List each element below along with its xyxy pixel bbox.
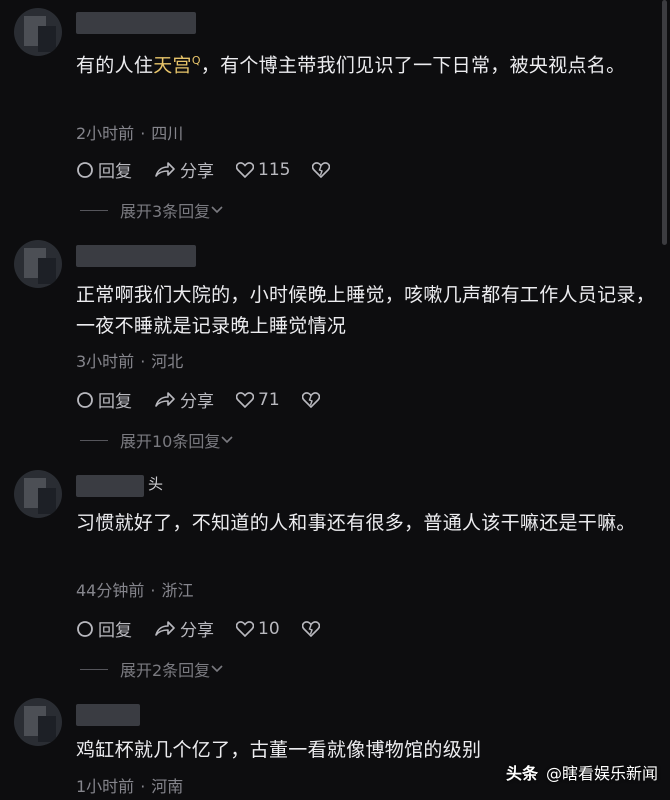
reply-icon	[77, 620, 93, 637]
broken-heart-icon	[301, 620, 320, 637]
username-tail: 头	[148, 475, 164, 493]
comment-location: 河北	[151, 352, 184, 371]
comment-location: 四川	[151, 124, 184, 143]
meta-separator: ·	[140, 124, 146, 143]
watermark: 头条 @瞎看娱乐新闻	[506, 760, 658, 784]
share-button[interactable]: 分享	[154, 616, 214, 641]
share-icon	[155, 620, 175, 636]
watermark-handle: @瞎看娱乐新闻	[545, 764, 658, 783]
like-button[interactable]: 115	[236, 160, 290, 180]
comment-text-part: 有的人住	[76, 54, 154, 77]
share-button[interactable]: 分享	[154, 387, 214, 412]
username-redacted[interactable]	[76, 704, 140, 726]
scrollbar[interactable]	[662, 0, 667, 245]
avatar[interactable]	[14, 470, 62, 518]
comment-text: 正常啊我们大院的，小时候晚上睡觉，咳嗽几声都有工作人员记录，一夜不睡就是记录晚上…	[76, 280, 656, 342]
reply-label: 回复	[98, 162, 132, 182]
expand-replies[interactable]: 展开10条回复	[80, 428, 234, 452]
reply-button[interactable]: 回复	[76, 387, 132, 412]
expand-divider	[80, 439, 108, 441]
comment-text-part: 习惯就好了，不知道的人和事还有很多，普通人该干嘛还是干嘛。	[76, 512, 636, 534]
reply-label: 回复	[98, 392, 132, 412]
comment-time: 1小时前	[76, 777, 135, 796]
heart-icon	[236, 391, 254, 408]
comment-text-part: 鸡缸杯就几个亿了，古董一看就像博物馆的级别	[76, 739, 482, 761]
action-bar: 回复 分享 71	[76, 387, 346, 412]
search-icon[interactable]: Q	[192, 54, 201, 67]
reply-icon	[77, 391, 93, 408]
dislike-button[interactable]	[301, 620, 324, 637]
avatar[interactable]	[14, 240, 62, 288]
expand-replies[interactable]: 展开2条回复	[80, 657, 224, 681]
username-redacted[interactable]	[76, 12, 196, 34]
comment-time: 3小时前	[76, 352, 135, 371]
comment-text: 有的人住天宫Q，有个博主带我们见识了一下日常，被央视点名。	[76, 45, 656, 81]
share-button[interactable]: 分享	[154, 157, 214, 182]
comment-meta: 2小时前 · 四川	[76, 120, 183, 144]
expand-label: 展开2条回复	[120, 661, 211, 680]
like-button[interactable]: 10	[236, 619, 280, 639]
comment-meta: 3小时前 · 河北	[76, 348, 183, 372]
comment-meta: 1小时前 · 河南	[76, 773, 183, 797]
heart-icon	[236, 620, 254, 637]
comment-location: 河南	[151, 777, 184, 796]
comment-text-part: ，有个博主带我们见识了一下日常，被央视点名。	[200, 54, 626, 77]
dislike-button[interactable]	[312, 161, 334, 178]
chevron-down-icon	[221, 436, 233, 444]
share-icon	[155, 391, 175, 407]
chevron-down-icon	[211, 665, 223, 673]
heart-icon	[236, 161, 254, 178]
dislike-button[interactable]	[301, 391, 324, 408]
meta-separator: ·	[140, 352, 146, 371]
chevron-down-icon	[211, 206, 223, 214]
expand-divider	[80, 209, 108, 211]
expand-replies[interactable]: 展开3条回复	[80, 198, 224, 222]
broken-heart-icon	[312, 161, 331, 178]
like-button[interactable]: 71	[236, 390, 280, 410]
reply-icon	[77, 161, 93, 178]
username-redacted[interactable]: 头	[76, 475, 163, 497]
comment-time: 2小时前	[76, 124, 135, 143]
comment-time: 44分钟前	[76, 581, 145, 600]
comment-meta: 44分钟前 · 浙江	[76, 577, 193, 601]
reply-button[interactable]: 回复	[76, 157, 132, 182]
hashtag-link[interactable]: 天宫	[153, 54, 192, 76]
meta-separator: ·	[150, 581, 156, 600]
meta-separator: ·	[140, 777, 146, 796]
avatar[interactable]	[14, 8, 62, 56]
like-count: 115	[258, 159, 291, 180]
like-count: 10	[258, 618, 280, 639]
share-label: 分享	[180, 621, 214, 641]
expand-divider	[80, 668, 108, 670]
action-bar: 回复 分享 115	[76, 157, 356, 182]
watermark-brand: 头条	[505, 764, 538, 783]
share-icon	[155, 161, 175, 177]
share-label: 分享	[180, 392, 214, 412]
comment-location: 浙江	[161, 581, 194, 600]
comment-text-part: 正常啊我们大院的，小时候晚上睡觉，咳嗽几声都有工作人员记录，一夜不睡就是记录晚上…	[76, 284, 656, 337]
like-count: 71	[258, 389, 280, 410]
expand-label: 展开3条回复	[120, 202, 211, 221]
expand-label: 展开10条回复	[120, 432, 221, 451]
share-label: 分享	[180, 162, 214, 182]
action-bar: 回复 分享 10	[76, 616, 346, 641]
broken-heart-icon	[301, 391, 320, 408]
reply-button[interactable]: 回复	[76, 616, 132, 641]
username-redacted[interactable]	[76, 245, 196, 267]
avatar[interactable]	[14, 698, 62, 746]
reply-label: 回复	[98, 621, 132, 641]
comment-text: 习惯就好了，不知道的人和事还有很多，普通人该干嘛还是干嘛。	[76, 508, 656, 539]
